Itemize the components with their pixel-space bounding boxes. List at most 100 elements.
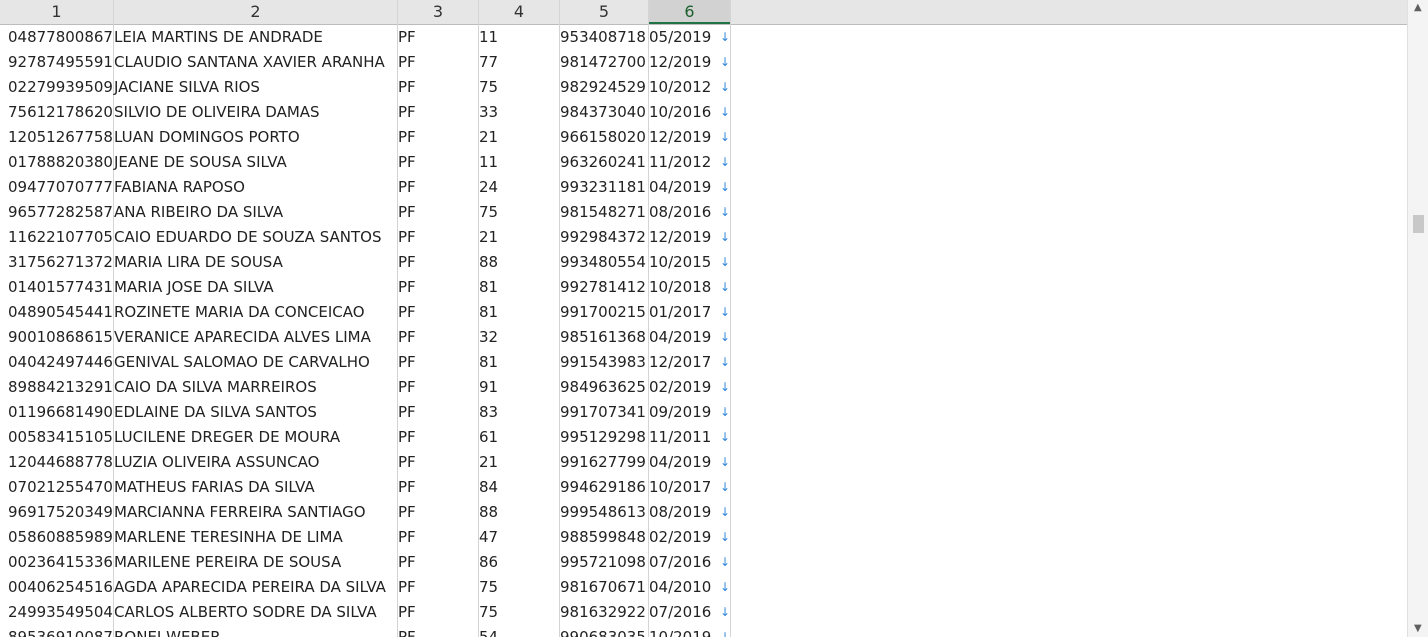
table-row[interactable]: 02279939509 JACIANE SILVA RIOS PF 75 9829245… — [0, 75, 730, 100]
table-cell-c1[interactable]: 01196681490 — [0, 400, 113, 425]
table-cell-c3[interactable]: PF — [397, 125, 478, 150]
table-cell-c3[interactable]: PF — [397, 200, 478, 225]
table-cell-c5[interactable]: 993480554 — [559, 250, 648, 275]
table-row[interactable]: 04042497446 GENIVAL SALOMAO DE CARVALHO PF… — [0, 350, 730, 375]
table-row[interactable]: 89536910087 RONEI WEBER PF 54 990683035 10/20… — [0, 625, 730, 637]
table-cell-c2[interactable]: MARCIANNA FERREIRA SANTIAGO — [113, 500, 398, 525]
table-cell-c5[interactable]: 999548613 — [559, 500, 648, 525]
table-cell-c5[interactable]: 988599848 — [559, 525, 648, 550]
table-cell-c3[interactable]: PF — [397, 50, 478, 75]
table-row[interactable]: 05860885989 MARLENE TERESINHA DE LIMA PF 47… — [0, 525, 730, 550]
table-row[interactable]: 11622107705 CAIO EDUARDO DE SOUZA SANTOS P… — [0, 225, 730, 250]
table-cell-c3[interactable]: PF — [397, 400, 478, 425]
table-cell-c2[interactable]: LUCILENE DREGER DE MOURA — [113, 425, 398, 450]
table-cell-c5[interactable]: 984963625 — [559, 375, 648, 400]
table-cell-c3[interactable]: PF — [397, 375, 478, 400]
table-cell-c5[interactable]: 953408718 — [559, 25, 648, 50]
table-row[interactable]: 09477070777 FABIANA RAPOSO PF 24 993231181 04… — [0, 175, 730, 200]
table-row[interactable]: 01788820380 JEANE DE SOUSA SILVA PF 11 96326… — [0, 150, 730, 175]
table-cell-c6[interactable]: 11/2011 ↓ — [648, 425, 730, 450]
table-cell-c5[interactable]: 992984372 — [559, 225, 648, 250]
table-cell-c2[interactable]: EDLAINE DA SILVA SANTOS — [113, 400, 398, 425]
table-cell-c6[interactable]: 07/2016 ↓ — [648, 600, 730, 625]
table-cell-c1[interactable]: 75612178620 — [0, 100, 113, 125]
table-cell-c4[interactable]: 75 — [478, 75, 559, 100]
table-cell-c3[interactable]: PF — [397, 325, 478, 350]
table-cell-c5[interactable]: 991627799 — [559, 450, 648, 475]
table-row[interactable]: 12044688778 LUZIA OLIVEIRA ASSUNCAO PF 21 99… — [0, 450, 730, 475]
table-cell-c4[interactable]: 21 — [478, 225, 559, 250]
table-cell-c3[interactable]: PF — [397, 475, 478, 500]
table-cell-c2[interactable]: SILVIO DE OLIVEIRA DAMAS — [113, 100, 398, 125]
table-cell-c3[interactable]: PF — [397, 600, 478, 625]
table-cell-c3[interactable]: PF — [397, 175, 478, 200]
spreadsheet-grid[interactable]: 1 2 3 4 5 6 04877800867 LEIA MARTINS DE A… — [0, 0, 1408, 637]
table-cell-c4[interactable]: 33 — [478, 100, 559, 125]
table-cell-c4[interactable]: 83 — [478, 400, 559, 425]
column-header-2[interactable]: 2 — [114, 0, 398, 24]
table-cell-c2[interactable]: MARIA LIRA DE SOUSA — [113, 250, 398, 275]
table-cell-c6[interactable]: 04/2019 ↓ — [648, 450, 730, 475]
table-cell-c2[interactable]: CLAUDIO SANTANA XAVIER ARANHA — [113, 50, 398, 75]
table-cell-c3[interactable]: PF — [397, 225, 478, 250]
table-cell-c3[interactable]: PF — [397, 525, 478, 550]
table-cell-c5[interactable]: 994629186 — [559, 475, 648, 500]
table-cell-c5[interactable]: 995129298 — [559, 425, 648, 450]
table-cell-c6[interactable]: 02/2019 ↓ — [648, 525, 730, 550]
table-cell-c2[interactable]: MATHEUS FARIAS DA SILVA — [113, 475, 398, 500]
table-row[interactable]: 90010868615 VERANICE APARECIDA ALVES LIMA… — [0, 325, 730, 350]
table-cell-c3[interactable]: PF — [397, 425, 478, 450]
table-cell-c1[interactable]: 90010868615 — [0, 325, 113, 350]
table-cell-c2[interactable]: LEIA MARTINS DE ANDRADE — [113, 25, 398, 50]
table-cell-c2[interactable]: ANA RIBEIRO DA SILVA — [113, 200, 398, 225]
table-cell-c1[interactable]: 04890545441 — [0, 300, 113, 325]
table-row[interactable]: 00236415336 MARILENE PEREIRA DE SOUSA PF 86… — [0, 550, 730, 575]
table-cell-c5[interactable]: 991543983 — [559, 350, 648, 375]
table-cell-c5[interactable]: 984373040 — [559, 100, 648, 125]
table-row[interactable]: 89884213291 CAIO DA SILVA MARREIROS PF 91 98… — [0, 375, 730, 400]
table-cell-c4[interactable]: 88 — [478, 500, 559, 525]
table-cell-c3[interactable]: PF — [397, 550, 478, 575]
table-cell-c6[interactable]: 07/2016 ↓ — [648, 550, 730, 575]
table-cell-c1[interactable]: 01788820380 — [0, 150, 113, 175]
table-cell-c6[interactable]: 02/2019 ↓ — [648, 375, 730, 400]
table-cell-c3[interactable]: PF — [397, 150, 478, 175]
table-cell-c2[interactable]: VERANICE APARECIDA ALVES LIMA — [113, 325, 398, 350]
table-cell-c5[interactable]: 981472700 — [559, 50, 648, 75]
table-cell-c3[interactable]: PF — [397, 250, 478, 275]
table-cell-c4[interactable]: 91 — [478, 375, 559, 400]
table-cell-c4[interactable]: 54 — [478, 625, 559, 637]
table-cell-c4[interactable]: 84 — [478, 475, 559, 500]
table-cell-c6[interactable]: 09/2019 ↓ — [648, 400, 730, 425]
table-cell-c6[interactable]: 10/2016 ↓ — [648, 100, 730, 125]
table-cell-c1[interactable]: 00583415105 — [0, 425, 113, 450]
table-cell-c6[interactable]: 04/2019 ↓ — [648, 325, 730, 350]
table-cell-c5[interactable]: 985161368 — [559, 325, 648, 350]
table-cell-c1[interactable]: 00406254516 — [0, 575, 113, 600]
scroll-down-arrow-icon[interactable]: ▼ — [1414, 623, 1422, 634]
table-cell-c5[interactable]: 990683035 — [559, 625, 648, 637]
table-cell-c5[interactable]: 963260241 — [559, 150, 648, 175]
table-cell-c5[interactable]: 981632922 — [559, 600, 648, 625]
table-cell-c1[interactable]: 12044688778 — [0, 450, 113, 475]
table-cell-c6[interactable]: 04/2019 ↓ — [648, 175, 730, 200]
table-cell-c2[interactable]: CAIO EDUARDO DE SOUZA SANTOS — [113, 225, 398, 250]
table-row[interactable]: 92787495591 CLAUDIO SANTANA XAVIER ARANHA… — [0, 50, 730, 75]
table-cell-c1[interactable]: 11622107705 — [0, 225, 113, 250]
table-row[interactable]: 00406254516 AGDA APARECIDA PEREIRA DA SIL… — [0, 575, 730, 600]
table-cell-c4[interactable]: 86 — [478, 550, 559, 575]
table-cell-c3[interactable]: PF — [397, 625, 478, 637]
table-cell-c2[interactable]: LUZIA OLIVEIRA ASSUNCAO — [113, 450, 398, 475]
table-row[interactable]: 31756271372 MARIA LIRA DE SOUSA PF 88 993480… — [0, 250, 730, 275]
table-cell-c1[interactable]: 96577282587 — [0, 200, 113, 225]
table-row[interactable]: 04877800867 LEIA MARTINS DE ANDRADE PF 11 95… — [0, 25, 730, 50]
table-row[interactable]: 07021255470 MATHEUS FARIAS DA SILVA PF 84 99… — [0, 475, 730, 500]
table-cell-c3[interactable]: PF — [397, 275, 478, 300]
table-cell-c1[interactable]: 05860885989 — [0, 525, 113, 550]
table-cell-c6[interactable]: 10/2018 ↓ — [648, 275, 730, 300]
table-cell-c3[interactable]: PF — [397, 300, 478, 325]
table-row[interactable]: 96577282587 ANA RIBEIRO DA SILVA PF 75 98154… — [0, 200, 730, 225]
table-cell-c4[interactable]: 88 — [478, 250, 559, 275]
table-cell-c4[interactable]: 77 — [478, 50, 559, 75]
table-cell-c2[interactable]: GENIVAL SALOMAO DE CARVALHO — [113, 350, 398, 375]
